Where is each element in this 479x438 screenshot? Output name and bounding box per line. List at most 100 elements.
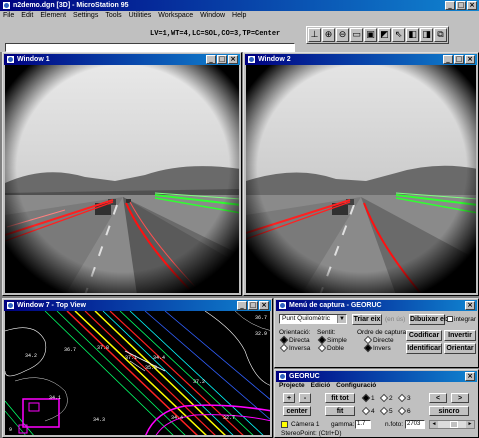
georuc-title-bar[interactable]: GEORUC × [276,371,477,382]
road-photo-view-1[interactable] [5,65,239,293]
menu-workspace[interactable]: Workspace [158,11,193,21]
copy-view-icon[interactable]: ⧉ [434,28,447,42]
menu-edicio[interactable]: Edició [311,382,331,389]
menu-edit[interactable]: Edit [21,11,33,21]
rotate-view-icon[interactable]: ◩ [378,28,391,42]
maximize-icon[interactable]: □ [456,1,466,10]
gamma-input[interactable]: 1.7 [355,420,371,429]
menu-file[interactable]: File [3,11,14,21]
radio-icon[interactable] [379,407,389,416]
radio-icon[interactable] [379,394,389,403]
fit-view-icon[interactable]: ▣ [364,28,377,42]
orientar-button[interactable]: Orientar [444,343,476,354]
view-window-7-top[interactable]: Window 7 - Top View _ □ × 34.2 36.7 37.8… [2,298,273,438]
close-icon[interactable]: × [259,301,269,310]
maximize-icon[interactable]: □ [248,301,258,310]
radio-icon[interactable] [361,407,371,416]
view-window-2[interactable]: Window 2 _ □ × [243,52,479,296]
integrar-checkbox[interactable]: integrar [447,316,476,323]
app-title-bar[interactable]: n2demo.dgn [3D] - MicroStation 95 _ □ × [0,0,479,11]
view-previous-icon[interactable]: ◧ [406,28,419,42]
order-directe-radio[interactable]: Directe [363,336,394,345]
radio-selected-icon[interactable] [361,394,371,403]
zoom-out-icon[interactable]: ⊖ [336,28,349,42]
close-icon[interactable]: × [465,301,475,310]
close-icon[interactable]: × [228,55,238,64]
menu-utilities[interactable]: Utilities [129,11,152,21]
scroll-right-icon[interactable]: ► [466,421,474,428]
capture-menu-title-bar[interactable]: Menú de captura - GEORUC × [276,300,477,311]
minimize-icon[interactable]: _ [206,55,216,64]
photo-number-input[interactable]: 2703 [405,420,425,429]
close-icon[interactable]: × [467,1,477,10]
scroll-thumb[interactable] [450,421,458,428]
minimize-icon[interactable]: _ [443,55,453,64]
command-input[interactable] [5,43,295,52]
georuc-panel[interactable]: GEORUC × Projecte Edició Configuració + … [274,369,479,438]
menu-element[interactable]: Element [40,11,66,21]
orient-inversa-radio[interactable]: Inversa [279,344,310,353]
radio-icon[interactable] [397,407,407,416]
sincro-button[interactable]: sincro [429,406,469,416]
menu-settings[interactable]: Settings [73,11,98,21]
invertir-button[interactable]: Invertir [444,330,476,341]
menu-window[interactable]: Window [200,11,225,21]
previous-photo-button[interactable]: < [429,393,447,403]
window-7-title-bar[interactable]: Window 7 - Top View _ □ × [4,300,271,311]
zoom-minus-button[interactable]: - [299,393,311,403]
window-view-icon[interactable] [6,301,15,310]
close-icon[interactable]: × [465,55,475,64]
window-2-title-bar[interactable]: Window 2 _ □ × [245,54,477,65]
sense-simple-radio[interactable]: Simple [317,336,347,345]
sense-doble-radio[interactable]: Doble [317,344,344,353]
panel-icon[interactable] [278,301,287,310]
top-view-drawing[interactable]: 34.2 36.7 37.8 37.1 34.4 34.1 34.3 35.8 … [5,311,270,435]
zoom-plus-button[interactable]: + [283,393,295,403]
photo-scrollbar[interactable]: ◄ ► [429,420,475,429]
capture-menu-panel[interactable]: Menú de captura - GEORUC × Punt Quilomèt… [274,298,479,368]
next-photo-button[interactable]: > [451,393,469,403]
close-icon[interactable]: × [465,372,475,381]
center-button[interactable]: center [283,406,311,416]
window-1-title-bar[interactable]: Window 1 _ □ × [4,54,240,65]
menu-projecte[interactable]: Projecte [279,382,305,389]
minimize-icon[interactable]: _ [237,301,247,310]
pan-view-icon[interactable]: ⇖ [392,28,405,42]
camera-radio-6[interactable]: 6 [397,407,411,416]
menu-tools[interactable]: Tools [105,11,121,21]
orient-directa-radio[interactable]: Directa [279,336,310,345]
scroll-left-icon[interactable]: ◄ [430,421,438,428]
maximize-icon[interactable]: □ [454,55,464,64]
radio-icon[interactable] [397,394,407,403]
radio-icon[interactable] [279,344,289,353]
element-type-dropdown[interactable]: Punt Quilomètric ▼ [279,314,347,324]
codificar-button[interactable]: Codificar [406,330,442,341]
camera-radio-4[interactable]: 4 [361,407,375,416]
panel-icon[interactable] [278,372,287,381]
menu-help[interactable]: Help [232,11,246,21]
window-view-icon[interactable] [247,55,256,64]
road-photo-view-2[interactable] [246,65,476,293]
window-area-icon[interactable]: ▭ [350,28,363,42]
camera-radio-5[interactable]: 5 [379,407,393,416]
level-icon[interactable]: ⊥ [308,28,321,42]
menu-configuracio[interactable]: Configuració [336,382,376,389]
view-next-icon[interactable]: ◨ [420,28,433,42]
camera-radio-2[interactable]: 2 [379,394,393,403]
fit-tot-button[interactable]: fit tot [325,393,355,403]
fit-button[interactable]: fit [325,406,355,416]
maximize-icon[interactable]: □ [217,55,227,64]
identificar-button[interactable]: Identificar [406,343,442,354]
triar-eix-button[interactable]: Triar eix [352,314,382,325]
radio-icon[interactable] [317,344,327,353]
microstation-app-icon[interactable] [2,1,11,10]
camera-radio-3[interactable]: 3 [397,394,411,403]
zoom-in-icon[interactable]: ⊕ [322,28,335,42]
camera-radio-1[interactable]: 1 [361,394,375,403]
checkbox-icon[interactable] [447,316,453,323]
window-view-icon[interactable] [6,55,15,64]
order-invers-radio[interactable]: Invers [363,344,391,353]
view-window-1[interactable]: Window 1 _ □ × [2,52,242,296]
minimize-icon[interactable]: _ [445,1,455,10]
radio-selected-icon[interactable] [363,344,373,353]
